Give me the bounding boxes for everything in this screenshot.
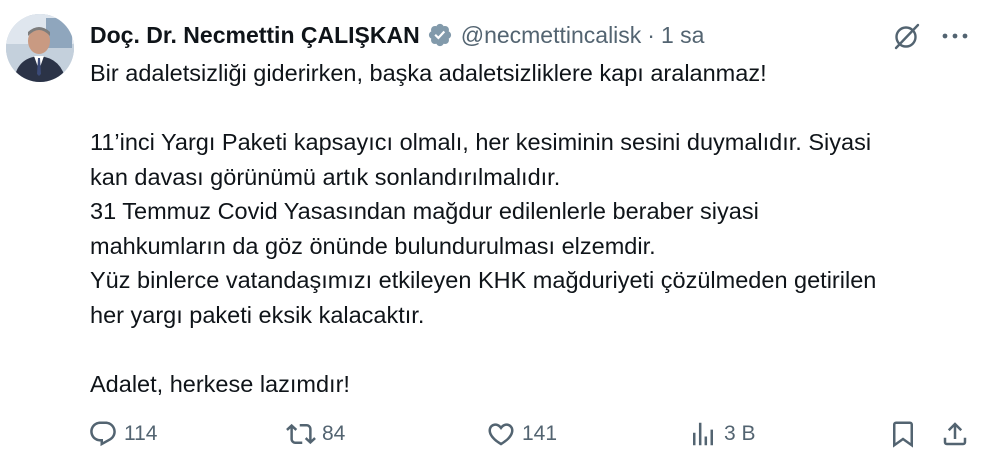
separator-dot: · <box>647 21 655 48</box>
tweet: Doç. Dr. Necmettin ÇALIŞKAN @necmettinca… <box>0 0 986 458</box>
reply-icon <box>90 421 116 447</box>
tweet-line: Adalet, herkese lazımdır! <box>90 370 350 397</box>
reply-count: 114 <box>124 422 158 445</box>
views-icon <box>693 422 713 446</box>
avatar[interactable] <box>6 14 74 82</box>
action-bar: 114 84 141 3 B <box>88 416 968 452</box>
like-count: 141 <box>522 422 558 445</box>
repost-icon <box>286 423 316 445</box>
views-button[interactable]: 3 B <box>688 416 756 452</box>
author-name[interactable]: Doç. Dr. Necmettin ÇALIŞKAN <box>90 22 420 49</box>
tweet-line: Bir adaletsizliği giderirken, başka adal… <box>90 60 767 86</box>
tweet-line: kan davası görünümü artık sonlandırılmal… <box>90 163 561 190</box>
like-icon <box>488 423 514 446</box>
tweet-line: Yüz binlerce vatandaşımızı etkileyen KHK… <box>90 267 877 293</box>
reply-button[interactable]: 114 <box>88 416 157 452</box>
tweet-line: her yargı paketi eksik kalacaktır. <box>90 301 425 328</box>
like-button[interactable]: 141 <box>486 416 557 452</box>
views-count: 3 B <box>724 422 756 445</box>
share-button[interactable] <box>940 416 970 452</box>
tweet-text: Bir adaletsizliği giderirken, başka adal… <box>90 56 970 401</box>
more-icon[interactable] <box>940 24 970 48</box>
repost-button[interactable]: 84 <box>286 416 345 452</box>
post-time[interactable]: 1 sa <box>661 22 704 49</box>
tweet-header: Doç. Dr. Necmettin ÇALIŞKAN @necmettinca… <box>90 18 704 52</box>
author-handle[interactable]: @necmettincalisk <box>461 22 642 49</box>
grok-icon[interactable] <box>890 20 922 52</box>
repost-count: 84 <box>322 422 346 445</box>
bookmark-icon <box>893 421 913 448</box>
tweet-line: mahkumların da göz önünde bulundurulması… <box>90 232 656 259</box>
tweet-line: 31 Temmuz Covid Yasasından mağdur edilen… <box>90 198 759 224</box>
share-icon <box>943 422 967 446</box>
verified-badge-icon <box>427 22 453 48</box>
tweet-line: 11’inci Yargı Paketi kapsayıcı olmalı, h… <box>90 129 872 155</box>
bookmark-button[interactable] <box>888 416 918 452</box>
